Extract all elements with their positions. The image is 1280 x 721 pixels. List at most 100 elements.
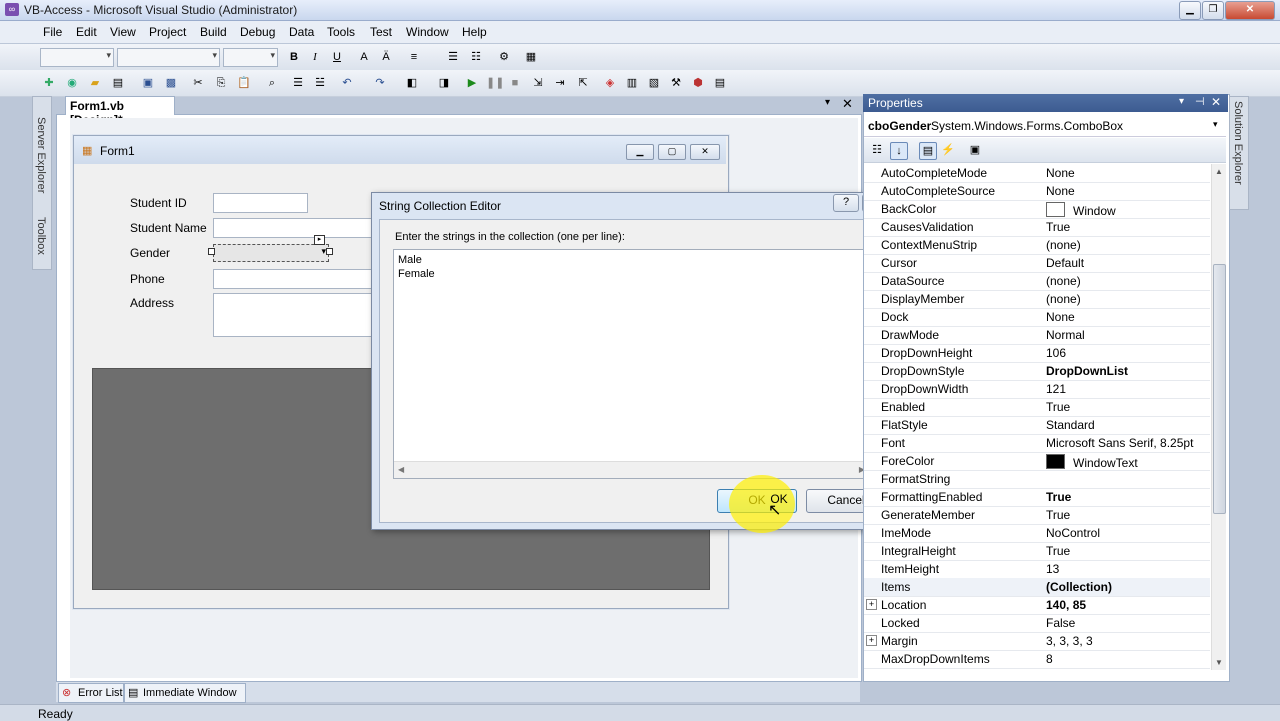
redo-icon[interactable]: ↷ bbox=[372, 75, 388, 91]
object-selector[interactable]: cboGender System.Windows.Forms.ComboBox … bbox=[864, 114, 1226, 137]
phone-textbox[interactable] bbox=[213, 269, 375, 289]
bullets-icon[interactable]: ☰ bbox=[445, 49, 461, 65]
property-grid-scrollbar[interactable]: ▲ ▼ bbox=[1211, 164, 1226, 670]
property-value[interactable]: True bbox=[1046, 544, 1070, 558]
font-size-combo[interactable] bbox=[223, 48, 278, 67]
label-gender[interactable]: Gender bbox=[130, 246, 170, 260]
scroll-left-icon[interactable]: ◀ bbox=[398, 465, 404, 474]
toolbox-tab[interactable]: Toolbox bbox=[35, 217, 47, 255]
scroll-down-icon[interactable]: ▼ bbox=[1215, 658, 1223, 667]
properties-pin-icon[interactable]: ⊣ bbox=[1195, 95, 1205, 108]
property-value[interactable]: None bbox=[1046, 184, 1075, 198]
resize-handle-right[interactable] bbox=[326, 248, 333, 255]
property-value[interactable]: Window bbox=[1046, 202, 1116, 218]
property-value[interactable]: 106 bbox=[1046, 346, 1066, 360]
property-row[interactable]: FormattingEnabled True bbox=[864, 488, 1210, 507]
add-item-icon[interactable]: ◉ bbox=[64, 75, 80, 91]
align-icon[interactable]: ≡ bbox=[406, 49, 422, 65]
step-out-icon[interactable]: ⇱ bbox=[575, 75, 591, 91]
add-new-item-icon[interactable]: ▤ bbox=[110, 75, 126, 91]
alphabetical-icon[interactable]: ↓ bbox=[890, 142, 908, 160]
property-value[interactable]: True bbox=[1046, 490, 1071, 504]
italic-icon[interactable]: I bbox=[307, 49, 323, 65]
tab-immediate-window[interactable]: ▤ Immediate Window bbox=[124, 683, 246, 703]
property-row[interactable]: ForeColor WindowText bbox=[864, 452, 1210, 471]
property-row[interactable]: CausesValidation True bbox=[864, 218, 1210, 237]
numbering-icon[interactable]: ☷ bbox=[468, 49, 484, 65]
scroll-thumb[interactable] bbox=[1213, 264, 1226, 514]
property-row[interactable]: ContextMenuStrip (none) bbox=[864, 236, 1210, 255]
menu-tools[interactable]: Tools bbox=[327, 25, 355, 39]
expand-icon[interactable]: + bbox=[866, 599, 877, 610]
menu-file[interactable]: File bbox=[43, 25, 62, 39]
property-row[interactable]: ImeMode NoControl bbox=[864, 524, 1210, 543]
menu-view[interactable]: View bbox=[110, 25, 136, 39]
solution-explorer-icon[interactable]: ▥ bbox=[624, 75, 640, 91]
property-value[interactable]: (Collection) bbox=[1046, 580, 1112, 594]
cut-icon[interactable]: ✂ bbox=[190, 75, 206, 91]
property-row[interactable]: MaxDropDownItems 8 bbox=[864, 650, 1210, 669]
property-value[interactable]: (none) bbox=[1046, 238, 1081, 252]
property-value[interactable]: Default bbox=[1046, 256, 1084, 270]
property-value[interactable]: Microsoft Sans Serif, 8.25pt bbox=[1046, 436, 1193, 450]
step-over-icon[interactable]: ⇥ bbox=[552, 75, 568, 91]
gender-combobox[interactable]: ▾ bbox=[213, 244, 329, 262]
document-close-icon[interactable]: ✕ bbox=[842, 96, 853, 112]
save-icon[interactable]: ▣ bbox=[140, 75, 156, 91]
menu-edit[interactable]: Edit bbox=[76, 25, 97, 39]
navigate-forward-icon[interactable]: ◨ bbox=[436, 75, 452, 91]
tab-form1-design[interactable]: Form1.vb [Design]* bbox=[65, 96, 175, 127]
property-row[interactable]: DrawMode Normal bbox=[864, 326, 1210, 345]
property-row[interactable]: DataSource (none) bbox=[864, 272, 1210, 291]
step-into-icon[interactable]: ⇲ bbox=[530, 75, 546, 91]
property-row[interactable]: Enabled True bbox=[864, 398, 1210, 417]
property-value[interactable]: Standard bbox=[1046, 418, 1095, 432]
property-row[interactable]: FormatString bbox=[864, 470, 1210, 489]
property-value[interactable]: True bbox=[1046, 508, 1070, 522]
pause-icon[interactable]: ❚❚ bbox=[486, 75, 504, 91]
label-student-id[interactable]: Student ID bbox=[130, 196, 187, 210]
menu-build[interactable]: Build bbox=[200, 25, 227, 39]
property-value[interactable]: 8 bbox=[1046, 652, 1053, 666]
menu-help[interactable]: Help bbox=[462, 25, 487, 39]
highlight-icon[interactable]: Ä bbox=[378, 49, 394, 65]
property-value[interactable]: Normal bbox=[1046, 328, 1085, 342]
property-value[interactable]: 13 bbox=[1046, 562, 1059, 576]
student-id-textbox[interactable] bbox=[213, 193, 308, 213]
position-icon[interactable]: ▦ bbox=[523, 49, 539, 65]
property-row[interactable]: DropDownHeight 106 bbox=[864, 344, 1210, 363]
minimize-button[interactable]: ▁ bbox=[1179, 1, 1201, 20]
tools-icon[interactable]: ⚒ bbox=[668, 75, 684, 91]
new-project-icon[interactable]: ✚ bbox=[41, 75, 57, 91]
property-row[interactable]: AutoCompleteMode None bbox=[864, 164, 1210, 183]
properties-view-icon[interactable]: ▤ bbox=[919, 142, 937, 160]
property-row[interactable]: AutoCompleteSource None bbox=[864, 182, 1210, 201]
object-selector-arrow-icon[interactable]: ▾ bbox=[1213, 119, 1218, 130]
property-row[interactable]: BackColor Window bbox=[864, 200, 1210, 219]
address-textbox[interactable] bbox=[213, 293, 375, 337]
property-row[interactable]: Dock None bbox=[864, 308, 1210, 327]
property-value[interactable]: (none) bbox=[1046, 274, 1081, 288]
property-value[interactable]: True bbox=[1046, 220, 1070, 234]
uncomment-icon[interactable]: ☱ bbox=[312, 75, 328, 91]
property-value[interactable]: False bbox=[1046, 616, 1075, 630]
menu-debug[interactable]: Debug bbox=[240, 25, 275, 39]
solution-explorer-tab[interactable]: Solution Explorer bbox=[1232, 101, 1244, 185]
breakpoints-icon[interactable]: ◈ bbox=[602, 75, 618, 91]
property-value[interactable]: 140, 85 bbox=[1046, 598, 1086, 612]
navigate-back-icon[interactable]: ◧ bbox=[404, 75, 420, 91]
menu-data[interactable]: Data bbox=[289, 25, 314, 39]
property-pages-icon[interactable]: ▣ bbox=[967, 142, 983, 158]
properties-icon[interactable]: ▧ bbox=[646, 75, 662, 91]
underline-icon[interactable]: U bbox=[329, 49, 345, 65]
close-button[interactable]: ✕ bbox=[1225, 1, 1275, 20]
menu-window[interactable]: Window bbox=[406, 25, 449, 39]
comment-icon[interactable]: ☰ bbox=[290, 75, 306, 91]
bold-icon[interactable]: B bbox=[286, 49, 302, 65]
start-debugging-icon[interactable]: ▶ bbox=[464, 75, 480, 91]
find-icon[interactable]: ⌕ bbox=[264, 75, 280, 91]
document-dropdown-icon[interactable]: ▾ bbox=[825, 97, 830, 108]
open-file-icon[interactable]: ▰ bbox=[87, 75, 103, 91]
save-all-icon[interactable]: ▩ bbox=[163, 75, 179, 91]
property-row[interactable]: DropDownStyle DropDownList bbox=[864, 362, 1210, 381]
